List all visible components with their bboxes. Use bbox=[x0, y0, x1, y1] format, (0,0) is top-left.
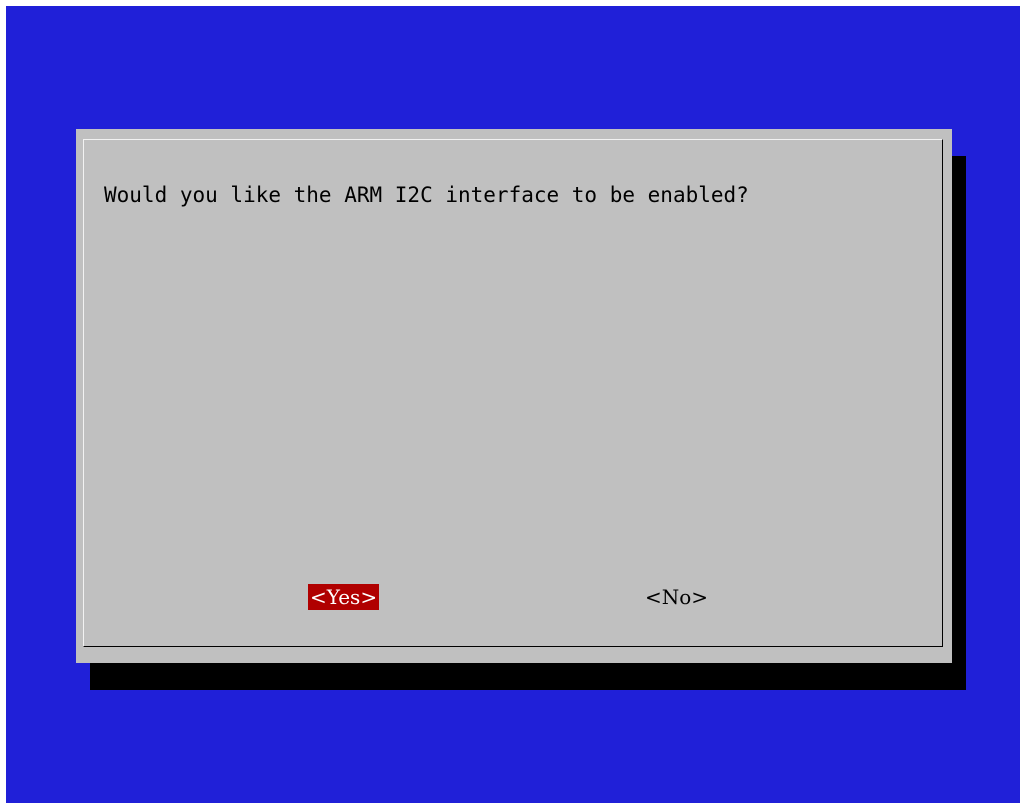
dialog-prompt: Would you like the ARM I2C interface to … bbox=[104, 183, 749, 207]
dialog-frame bbox=[83, 139, 943, 647]
terminal-background: Would you like the ARM I2C interface to … bbox=[6, 6, 1020, 803]
confirm-dialog: Would you like the ARM I2C interface to … bbox=[76, 129, 952, 663]
no-button[interactable]: <No> bbox=[643, 584, 710, 610]
yes-button[interactable]: <Yes> bbox=[308, 584, 380, 610]
